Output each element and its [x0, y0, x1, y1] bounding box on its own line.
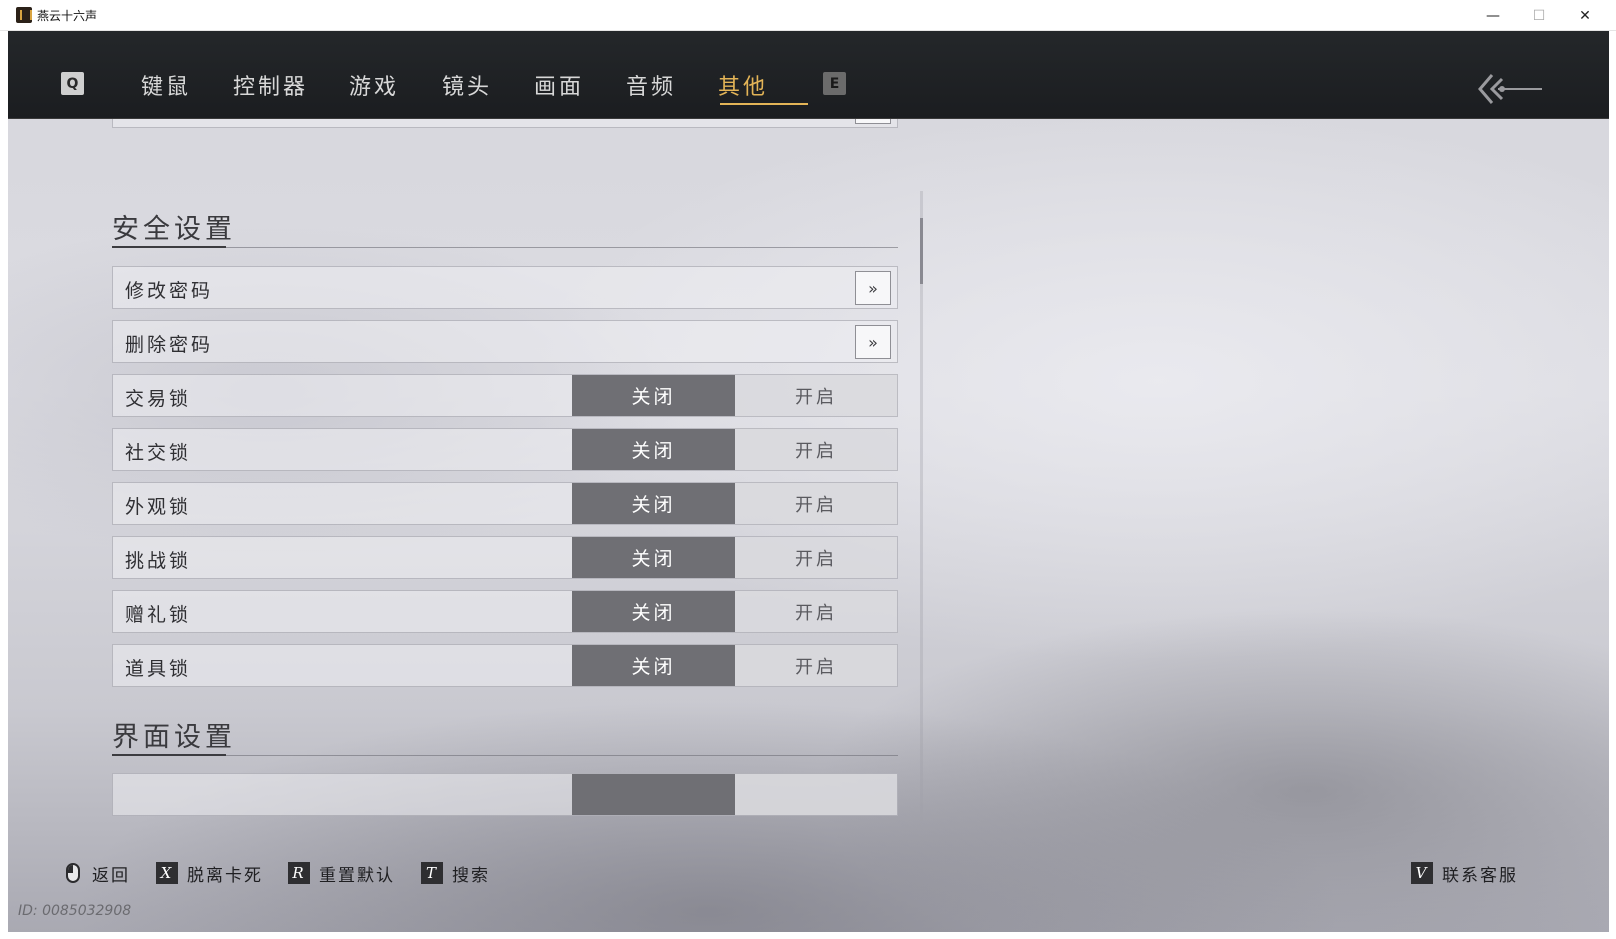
challenge-lock-on-button[interactable]: 开启	[735, 537, 897, 578]
support-key: V	[1411, 862, 1433, 884]
unstuck-key: X	[156, 862, 178, 884]
partial-off-button[interactable]	[572, 774, 735, 815]
appearance-lock-on-button[interactable]: 开启	[735, 483, 897, 524]
app-icon	[16, 7, 32, 23]
game-viewport: Q 键鼠 控制器 游戏 镜头 画面 音频 其他 E 安全设置 修改密码 » 删除…	[8, 31, 1609, 932]
tab-graphics[interactable]: 画面	[534, 69, 584, 101]
section-divider-accent	[112, 246, 226, 248]
row-arrow-button[interactable]	[855, 119, 891, 124]
section-divider	[112, 247, 898, 248]
settings-tab-bar: Q 键鼠 控制器 游戏 镜头 画面 音频 其他 E	[8, 31, 1609, 119]
tab-other[interactable]: 其他	[718, 69, 768, 101]
search-hint[interactable]: T 搜索	[421, 861, 490, 886]
appearance-lock-label: 外观锁	[125, 496, 192, 518]
partial-on-button[interactable]	[735, 774, 897, 815]
item-lock-label: 道具锁	[125, 658, 192, 680]
change-password-arrow-button[interactable]: »	[855, 271, 891, 305]
challenge-lock-label: 挑战锁	[125, 550, 192, 572]
back-hint[interactable]: 返回	[66, 861, 130, 886]
back-hint-label: 返回	[92, 865, 130, 886]
unstuck-hint-label: 脱离卡死	[187, 865, 263, 886]
settings-list[interactable]: 安全设置 修改密码 » 删除密码 » 交易锁 关闭 开启 社交锁 关闭 开启 外…	[8, 119, 928, 819]
window-title: 燕云十六声	[37, 9, 98, 23]
gift-lock-on-button[interactable]: 开启	[735, 591, 897, 632]
item-lock-row: 道具锁 关闭 开启	[112, 644, 898, 687]
mouse-icon	[66, 863, 80, 883]
reset-default-label: 重置默认	[319, 865, 395, 886]
tab-game[interactable]: 游戏	[349, 69, 399, 101]
window-titlebar: 燕云十六声 — ☐ ✕	[0, 0, 1616, 31]
trade-lock-off-button[interactable]: 关闭	[572, 375, 735, 416]
social-lock-on-button[interactable]: 开启	[735, 429, 897, 470]
contact-support-label: 联系客服	[1442, 865, 1518, 886]
minimize-button[interactable]: —	[1470, 0, 1516, 31]
maximize-button[interactable]: ☐	[1516, 0, 1562, 31]
gift-lock-off-button[interactable]: 关闭	[572, 591, 735, 632]
item-lock-on-button[interactable]: 开启	[735, 645, 897, 686]
appearance-lock-off-button[interactable]: 关闭	[572, 483, 735, 524]
tab-controller[interactable]: 控制器	[233, 69, 308, 101]
back-arrow-icon[interactable]	[1476, 71, 1546, 107]
trade-lock-on-button[interactable]: 开启	[735, 375, 897, 416]
settings-row-partial	[112, 119, 898, 128]
gift-lock-row: 赠礼锁 关闭 开启	[112, 590, 898, 633]
delete-password-label: 删除密码	[125, 334, 214, 356]
item-lock-off-button[interactable]: 关闭	[572, 645, 735, 686]
unstuck-hint[interactable]: X 脱离卡死	[156, 861, 263, 886]
scrollbar-track[interactable]	[920, 191, 923, 821]
reset-key: R	[288, 862, 310, 884]
social-lock-off-button[interactable]: 关闭	[572, 429, 735, 470]
active-tab-indicator	[720, 103, 808, 105]
contact-support-hint[interactable]: V 联系客服	[1411, 861, 1518, 886]
section-divider	[112, 755, 898, 756]
challenge-lock-off-button[interactable]: 关闭	[572, 537, 735, 578]
delete-password-row[interactable]: 删除密码 »	[112, 320, 898, 363]
section-title-interface: 界面设置	[112, 722, 236, 753]
player-id: ID: 0085032908	[18, 903, 132, 919]
social-lock-row: 社交锁 关闭 开启	[112, 428, 898, 471]
social-lock-label: 社交锁	[125, 442, 192, 464]
change-password-row[interactable]: 修改密码 »	[112, 266, 898, 309]
delete-password-arrow-button[interactable]: »	[855, 325, 891, 359]
tab-camera[interactable]: 镜头	[442, 69, 492, 101]
scrollbar-thumb[interactable]	[920, 218, 923, 284]
appearance-lock-row: 外观锁 关闭 开启	[112, 482, 898, 525]
search-key: T	[421, 862, 443, 884]
tab-keyboard-mouse[interactable]: 键鼠	[141, 69, 191, 101]
settings-row-partial	[112, 773, 898, 816]
prev-tab-key[interactable]: Q	[61, 72, 84, 95]
trade-lock-label: 交易锁	[125, 388, 192, 410]
change-password-label: 修改密码	[125, 280, 214, 302]
gift-lock-label: 赠礼锁	[125, 604, 192, 626]
search-hint-label: 搜索	[452, 865, 490, 886]
challenge-lock-row: 挑战锁 关闭 开启	[112, 536, 898, 579]
tab-audio[interactable]: 音频	[626, 69, 676, 101]
reset-default-hint[interactable]: R 重置默认	[288, 861, 395, 886]
section-title-security: 安全设置	[112, 214, 236, 245]
section-divider-accent	[112, 754, 226, 756]
close-button[interactable]: ✕	[1562, 0, 1608, 31]
next-tab-key[interactable]: E	[823, 72, 846, 95]
trade-lock-row: 交易锁 关闭 开启	[112, 374, 898, 417]
